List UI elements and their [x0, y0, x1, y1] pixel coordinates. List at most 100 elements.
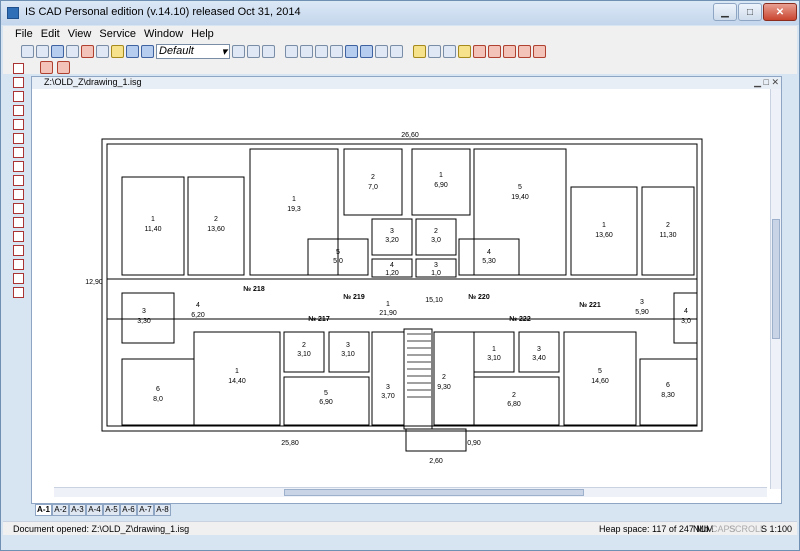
unit-label: № 222: [509, 315, 531, 323]
vertical-scrollbar[interactable]: [770, 89, 781, 489]
room-num: 2: [302, 342, 306, 349]
room-area: 3,10: [297, 351, 311, 358]
document-window-controls[interactable]: ▁ □ ✕: [754, 77, 779, 88]
window-title: IS CAD Personal edition (v.14.10) releas…: [25, 6, 301, 18]
print-icon[interactable]: [66, 44, 79, 58]
close-button[interactable]: ✕: [763, 3, 797, 21]
line-tool-icon[interactable]: [13, 77, 24, 88]
maximize-button[interactable]: □: [738, 3, 762, 21]
paste-icon[interactable]: [111, 44, 124, 58]
room-area: 11,30: [660, 232, 677, 239]
tab-a2[interactable]: A-2: [52, 504, 69, 516]
angle-tool-icon[interactable]: [13, 287, 24, 298]
cut-icon[interactable]: [81, 44, 94, 58]
menu-service[interactable]: Service: [99, 28, 136, 40]
room-num: 3: [142, 308, 146, 315]
tab-a5[interactable]: A-5: [103, 504, 120, 516]
room-area: 5,0: [333, 258, 343, 265]
close-icon: ✕: [775, 6, 785, 18]
room-area: 14,60: [591, 378, 609, 385]
zoom-page-icon[interactable]: [360, 44, 373, 58]
maximize-icon: □: [746, 6, 754, 18]
rectangle-tool-icon[interactable]: [13, 91, 24, 102]
zoom-in-icon[interactable]: [300, 44, 313, 58]
room-area: 5,90: [635, 309, 649, 316]
tab-a1[interactable]: A-1: [35, 504, 52, 516]
image-tool-icon[interactable]: [13, 217, 24, 228]
arc-icon[interactable]: [503, 44, 516, 58]
tab-a4[interactable]: A-4: [86, 504, 103, 516]
undo-icon[interactable]: [126, 44, 139, 58]
zoom-actual-icon[interactable]: [330, 44, 343, 58]
style-select[interactable]: Default ▾: [156, 43, 230, 59]
tab-a3[interactable]: A-3: [69, 504, 86, 516]
room-area: 3,20: [385, 237, 399, 244]
menu-window[interactable]: Window: [144, 28, 183, 40]
arc-tool-icon[interactable]: [13, 161, 24, 172]
horizontal-scroll-thumb[interactable]: [284, 489, 584, 496]
pencil-tool-icon[interactable]: [13, 133, 24, 144]
room-area: 1,0: [431, 270, 441, 277]
room-area: 19,40: [511, 194, 529, 201]
circle-tool-icon[interactable]: [13, 105, 24, 116]
minimize-button[interactable]: ▁: [713, 3, 737, 21]
select-pointer-icon[interactable]: [13, 63, 24, 74]
vertical-scroll-thumb[interactable]: [772, 219, 780, 339]
align-icon[interactable]: [458, 44, 471, 58]
table-tool-icon[interactable]: [13, 231, 24, 242]
ellipse-tool-icon[interactable]: [13, 175, 24, 186]
ortho-icon[interactable]: [443, 44, 456, 58]
menu-edit[interactable]: Edit: [41, 28, 60, 40]
polyline-tool-icon[interactable]: [13, 119, 24, 130]
new-file-icon[interactable]: [21, 44, 34, 58]
menu-view[interactable]: View: [68, 28, 92, 40]
room-area: 8,30: [661, 392, 675, 399]
main-toolbar: Default ▾: [3, 42, 797, 60]
menu-help[interactable]: Help: [191, 28, 214, 40]
layers-icon[interactable]: [232, 44, 245, 58]
horizontal-scrollbar[interactable]: [54, 487, 767, 497]
room-area: 6,90: [319, 399, 333, 406]
scroll-lock-indicator: SCROLL: [729, 524, 766, 534]
room-num: 3: [390, 228, 394, 235]
rotate-icon[interactable]: [488, 44, 501, 58]
style-manager-icon[interactable]: [57, 60, 70, 74]
document-window: Z:\OLD_Z\drawing_1.isg ▁ □ ✕ 26,60 25,80…: [31, 76, 782, 504]
grid-icon[interactable]: [390, 44, 403, 58]
zoom-window-icon[interactable]: [285, 44, 298, 58]
unit-label: № 218: [243, 285, 265, 293]
move-icon[interactable]: [473, 44, 486, 58]
slash-tool-icon[interactable]: [13, 189, 24, 200]
dimension-tool-icon[interactable]: [13, 273, 24, 284]
save-icon[interactable]: [51, 44, 64, 58]
zoom-all-icon[interactable]: [345, 44, 358, 58]
dim-corridor: 15,10: [425, 297, 443, 304]
menu-file[interactable]: File: [15, 28, 33, 40]
room-area: 8,0: [153, 396, 163, 403]
dimension-icon[interactable]: [413, 44, 426, 58]
redo-icon[interactable]: [141, 44, 154, 58]
scale-indicator: S 1:100: [761, 524, 793, 534]
view-icon[interactable]: [375, 44, 388, 58]
room-num: 3: [640, 299, 644, 306]
tab-a6[interactable]: A-6: [120, 504, 137, 516]
picture-tool-icon[interactable]: [13, 259, 24, 270]
open-file-icon[interactable]: [36, 44, 49, 58]
copy-icon[interactable]: [96, 44, 109, 58]
text-tool-icon[interactable]: [13, 147, 24, 158]
zoom-out-icon[interactable]: [315, 44, 328, 58]
unit-label: № 219: [343, 293, 365, 301]
tab-a7[interactable]: A-7: [137, 504, 154, 516]
comment-icon[interactable]: [262, 44, 275, 58]
hatch-tool-icon[interactable]: [13, 245, 24, 256]
snap-icon[interactable]: [428, 44, 441, 58]
status-bar: Document opened: Z:\OLD_Z\drawing_1.isg …: [3, 521, 797, 535]
properties-icon[interactable]: [247, 44, 260, 58]
scale-icon[interactable]: [518, 44, 531, 58]
room-area: 9,30: [437, 384, 451, 391]
layer-manager-icon[interactable]: [40, 60, 53, 74]
drawing-canvas[interactable]: 26,60 25,80 12,90 2,60 0,90 15,10 1 11,4…: [54, 89, 778, 489]
fill-tool-icon[interactable]: [13, 203, 24, 214]
tab-a8[interactable]: A-8: [154, 504, 171, 516]
mirror-icon[interactable]: [533, 44, 546, 58]
